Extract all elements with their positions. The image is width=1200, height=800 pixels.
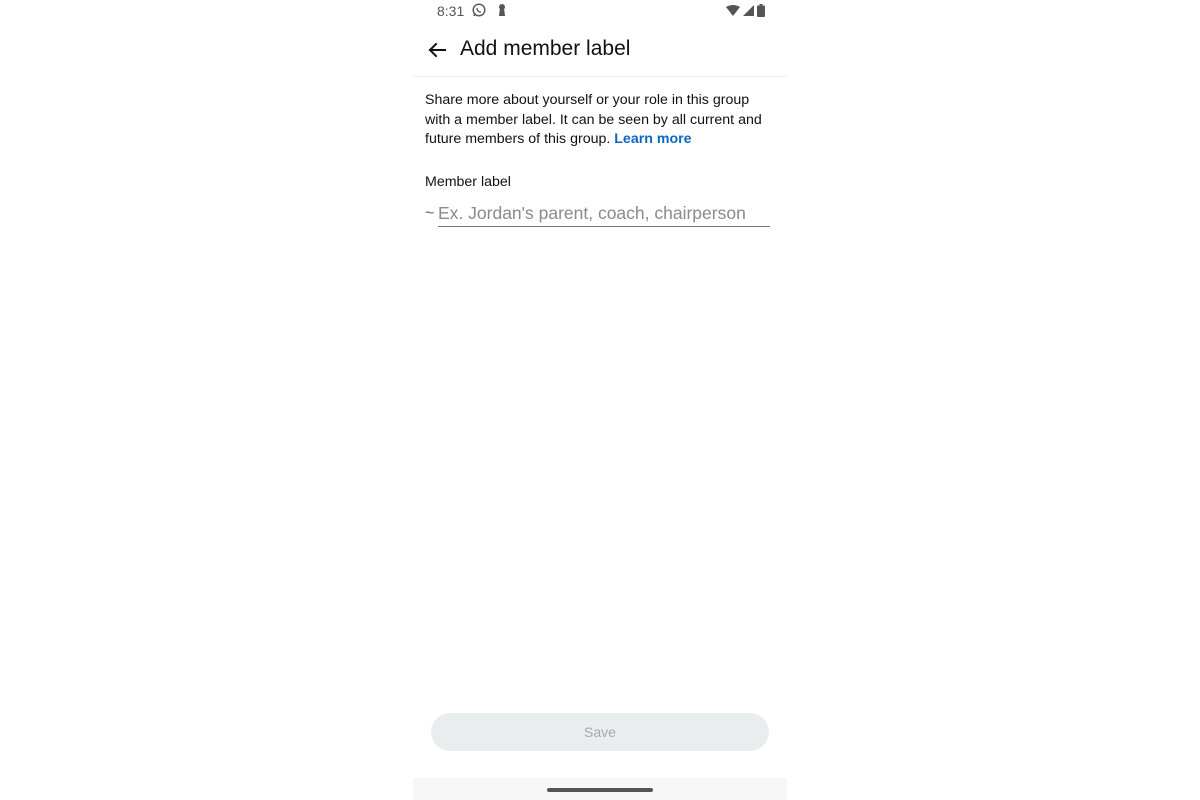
learn-more-link[interactable]: Learn more — [614, 131, 691, 147]
keyhole-icon — [499, 4, 505, 16]
wifi-icon — [726, 5, 740, 16]
tilde-prefix: ~ — [425, 205, 435, 222]
member-label-heading: Member label — [425, 174, 511, 190]
whatsapp-icon — [472, 3, 486, 17]
status-time: 8:31 — [437, 3, 465, 19]
arrow-left-icon[interactable] — [423, 36, 451, 64]
member-label-input[interactable] — [438, 200, 770, 227]
battery-icon — [757, 4, 765, 17]
phone-screen: 8:31 Add member label Share more about y… — [413, 0, 787, 800]
status-bar: 8:31 — [413, 0, 787, 24]
description-text: Share more about yourself or your role i… — [425, 92, 762, 147]
save-button[interactable]: Save — [431, 713, 769, 751]
navigation-bar — [413, 778, 787, 800]
home-handle[interactable] — [547, 788, 653, 792]
page-title: Add member label — [460, 37, 631, 60]
description: Share more about yourself or your role i… — [425, 91, 775, 150]
app-bar: Add member label — [413, 24, 787, 77]
status-right-icons — [726, 4, 765, 17]
signal-icon — [743, 5, 754, 16]
